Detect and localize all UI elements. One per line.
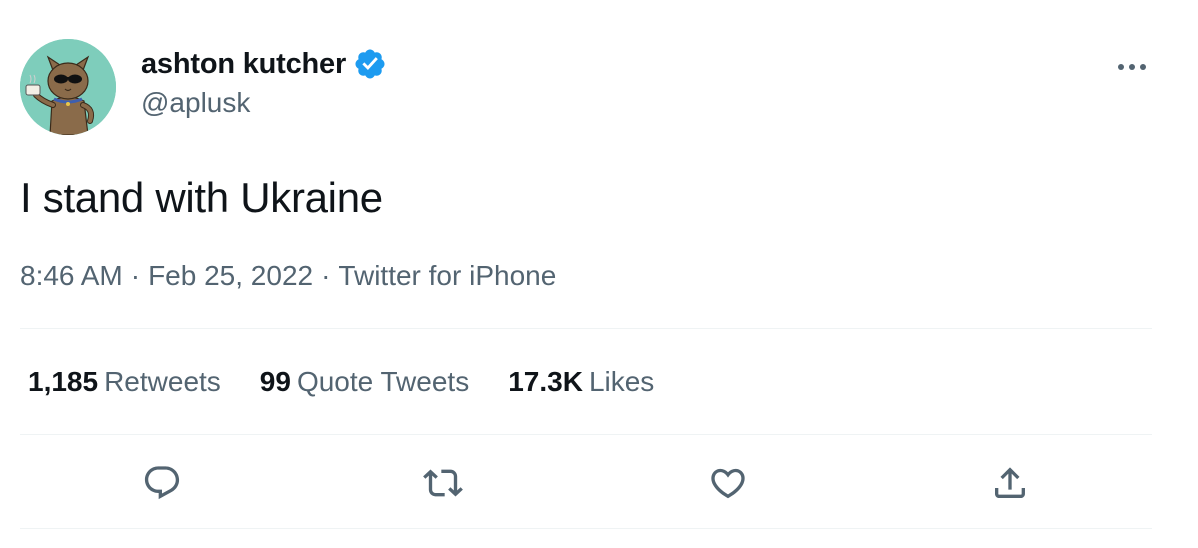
user-info: ashton kutcher @aplusk	[141, 44, 387, 122]
retweets-stat[interactable]: 1,185 Retweets	[28, 366, 221, 398]
tweet-text: I stand with Ukraine	[20, 174, 383, 221]
more-dots-icon	[1118, 64, 1146, 70]
tweet-detail: ashton kutcher @aplusk I stand with Ukra…	[0, 0, 1198, 548]
likes-label: Likes	[588, 366, 655, 397]
retweet-button[interactable]	[418, 458, 468, 508]
user-handle[interactable]: @aplusk	[141, 84, 387, 122]
like-button[interactable]	[703, 458, 753, 508]
verified-badge-icon	[353, 47, 387, 81]
meta-separator: ·	[130, 260, 141, 291]
quote-tweets-label: Quote Tweets	[296, 366, 470, 397]
reply-icon	[144, 466, 180, 500]
more-options-button[interactable]	[1110, 50, 1154, 84]
tweet-source[interactable]: Twitter for iPhone	[338, 260, 556, 291]
retweets-count: 1,185	[28, 366, 99, 397]
tweet-meta: 8:46 AM · Feb 25, 2022 · Twitter for iPhone	[20, 256, 556, 296]
likes-stat[interactable]: 17.3K Likes	[508, 366, 654, 398]
meta-separator: ·	[321, 260, 331, 291]
name-row: ashton kutcher	[141, 44, 387, 84]
share-icon	[995, 467, 1025, 498]
quote-tweets-stat[interactable]: 99 Quote Tweets	[260, 366, 469, 398]
divider	[20, 434, 1152, 435]
divider	[20, 528, 1152, 529]
display-name[interactable]: ashton kutcher	[141, 48, 346, 81]
likes-count: 17.3K	[508, 366, 583, 397]
retweets-label: Retweets	[104, 366, 221, 397]
divider	[20, 328, 1152, 329]
tweet-time[interactable]: 8:46 AM	[20, 260, 123, 291]
share-button[interactable]	[985, 458, 1035, 508]
reply-button[interactable]	[137, 458, 187, 508]
heart-icon	[711, 468, 745, 499]
quote-tweets-count: 99	[259, 366, 291, 397]
retweet-icon	[423, 469, 463, 497]
tweet-stats: 1,185 Retweets 99 Quote Tweets 17.3K Likes	[28, 362, 693, 402]
avatar[interactable]	[20, 39, 116, 135]
cat-avatar-icon	[20, 39, 116, 135]
tweet-date[interactable]: Feb 25, 2022	[148, 260, 313, 291]
